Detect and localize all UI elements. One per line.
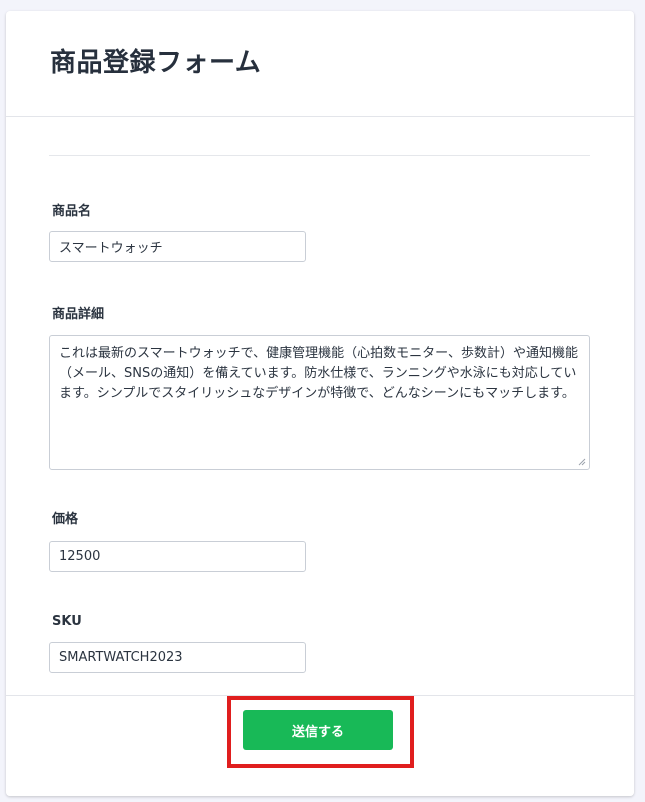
submit-button[interactable]: 送信する bbox=[243, 710, 393, 750]
sku-label: SKU bbox=[52, 614, 82, 629]
product-description-label: 商品詳細 bbox=[52, 307, 105, 322]
sku-input[interactable] bbox=[49, 642, 306, 673]
price-label: 価格 bbox=[52, 512, 79, 527]
product-name-label: 商品名 bbox=[52, 204, 92, 219]
resize-handle-icon[interactable] bbox=[578, 458, 586, 466]
section-divider bbox=[49, 155, 590, 156]
page-title: 商品登録フォーム bbox=[50, 48, 262, 78]
product-description-text: これは最新のスマートウォッチで、健康管理機能（心拍数モニター、歩数計）や通知機能… bbox=[59, 346, 578, 401]
product-description-textarea[interactable]: これは最新のスマートウォッチで、健康管理機能（心拍数モニター、歩数計）や通知機能… bbox=[49, 335, 590, 470]
price-input[interactable] bbox=[49, 541, 306, 572]
card-header: 商品登録フォーム bbox=[6, 11, 634, 117]
product-name-input[interactable] bbox=[49, 231, 306, 262]
form-card: 商品登録フォーム 商品名 商品詳細 これは最新のスマートウォッチで、健康管理機能… bbox=[6, 11, 634, 796]
